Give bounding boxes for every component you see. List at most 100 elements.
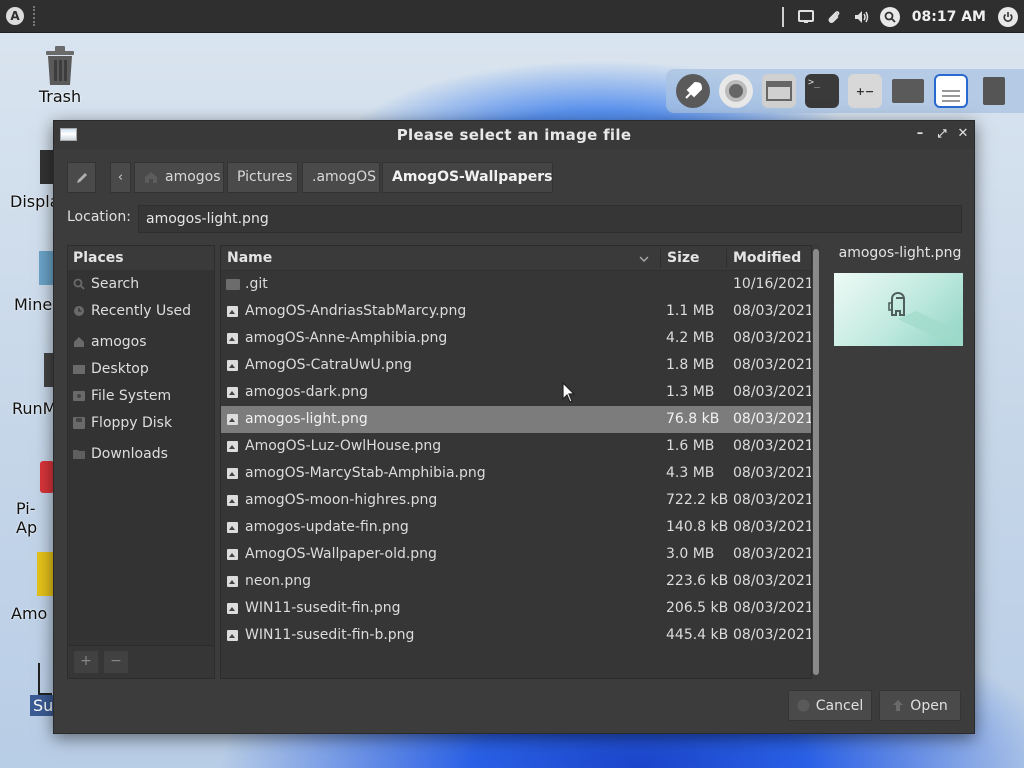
file-list-scrollbar[interactable]	[812, 245, 820, 679]
image-file-icon	[227, 603, 238, 614]
breadcrumb-amogos-wallpapers[interactable]: AmogOS-Wallpapers	[382, 162, 553, 193]
rocket-launcher-icon[interactable]	[676, 74, 710, 108]
scrollbar-thumb[interactable]	[813, 249, 819, 675]
text-editor-icon[interactable]	[934, 74, 968, 108]
image-file-icon	[227, 549, 238, 560]
file-modified: 08/03/2021	[733, 600, 812, 616]
power-icon[interactable]	[998, 6, 1018, 27]
terminal-icon[interactable]: >_	[805, 74, 839, 108]
tray-separator	[781, 6, 784, 27]
maximize-button[interactable]: ⤢	[934, 126, 950, 142]
open-button[interactable]: Open	[879, 690, 961, 721]
file-row[interactable]: amogOS-MarcyStab-Amphibia.png 4.3 MB 08/…	[221, 460, 811, 487]
breadcrumb-label: Pictures	[237, 169, 293, 185]
file-name: WIN11-susedit-fin-b.png	[245, 627, 415, 643]
file-row[interactable]: amogos-update-fin.png 140.8 kB 08/03/202…	[221, 514, 811, 541]
folder-icon[interactable]	[891, 74, 925, 108]
cancel-button[interactable]: Cancel	[788, 690, 872, 721]
volume-icon[interactable]	[852, 7, 872, 27]
file-name: AmogOS-CatraUwU.png	[245, 357, 412, 373]
place-amogos-home[interactable]: amogos	[68, 330, 214, 354]
file-size: 445.4 kB	[666, 627, 729, 643]
chevron-left-icon: ‹	[117, 170, 124, 185]
dialog-titlebar[interactable]: Please select an image file – ⤢ ✕	[54, 121, 974, 149]
place-floppy-disk[interactable]: Floppy Disk	[68, 411, 214, 435]
column-size-header[interactable]: Size	[667, 246, 700, 271]
file-list-header: Name Size Modified	[221, 246, 811, 271]
file-modified: 08/03/2021	[733, 411, 812, 427]
file-row[interactable]: amogOS-moon-highres.png 722.2 kB 08/03/2…	[221, 487, 811, 514]
file-row[interactable]: AmogOS-Luz-OwlHouse.png 1.6 MB 08/03/202…	[221, 433, 811, 460]
breadcrumb-home[interactable]: amogos	[134, 162, 224, 193]
app-menu-icon[interactable]: A	[6, 7, 24, 25]
trash-dock-icon[interactable]	[977, 74, 1011, 108]
file-row[interactable]: AmogOS-AndriasStabMarcy.png 1.1 MB 08/03…	[221, 298, 811, 325]
column-divider[interactable]	[660, 249, 661, 268]
places-toolbar: + −	[67, 645, 215, 679]
place-desktop[interactable]: Desktop	[68, 357, 214, 381]
column-divider[interactable]	[726, 249, 727, 268]
calculator-icon[interactable]: +−	[848, 74, 882, 108]
desktop-icon-su[interactable]: Su	[30, 663, 54, 716]
file-size: 140.8 kB	[666, 519, 729, 535]
place-file-system[interactable]: File System	[68, 384, 214, 408]
file-row[interactable]: WIN11-susedit-fin.png 206.5 kB 08/03/202…	[221, 595, 811, 622]
breadcrumb-label: .amogOS	[312, 169, 377, 185]
breadcrumb-amogos-hidden[interactable]: .amogOS	[302, 162, 380, 193]
file-size: 1.8 MB	[666, 357, 715, 373]
place-label: Floppy Disk	[91, 415, 173, 431]
clock-icon	[74, 306, 84, 316]
desktop-icon-pi-apps[interactable]: Pi-Ap	[16, 461, 56, 537]
edit-location-button[interactable]	[67, 162, 96, 193]
breadcrumb-pictures[interactable]: Pictures	[227, 162, 298, 193]
file-modified: 08/03/2021	[733, 330, 812, 346]
location-input[interactable]	[138, 205, 962, 233]
window-manager-icon[interactable]	[762, 74, 796, 108]
minimize-button[interactable]: –	[912, 126, 928, 142]
panel-grip[interactable]	[33, 6, 36, 26]
desktop-icon-runm[interactable]: RunM	[12, 353, 56, 418]
folder-icon	[73, 450, 85, 459]
file-row-selected[interactable]: amogos-light.png 76.8 kB 08/03/2021	[221, 406, 811, 433]
clock[interactable]: 08:17 AM	[912, 9, 986, 25]
search-icon	[73, 278, 85, 290]
open-label: Open	[910, 697, 948, 714]
search-icon[interactable]	[879, 6, 900, 27]
pencil-icon	[76, 172, 87, 183]
file-row[interactable]: AmogOS-CatraUwU.png 1.8 MB 08/03/2021	[221, 352, 811, 379]
file-row[interactable]: AmogOS-Wallpaper-old.png 3.0 MB 08/03/20…	[221, 541, 811, 568]
column-name-header[interactable]: Name	[227, 246, 272, 271]
close-button[interactable]: ✕	[955, 126, 971, 142]
place-recently-used[interactable]: Recently Used	[68, 299, 214, 323]
file-name: AmogOS-Wallpaper-old.png	[245, 546, 437, 562]
file-name: amogos-update-fin.png	[245, 519, 409, 535]
file-row[interactable]: amogos-dark.png 1.3 MB 08/03/2021	[221, 379, 811, 406]
file-modified: 08/03/2021	[733, 627, 812, 643]
file-row[interactable]: neon.png 223.6 kB 08/03/2021	[221, 568, 811, 595]
add-bookmark-button[interactable]: +	[74, 651, 98, 673]
file-row-folder[interactable]: .git 10/16/2021	[221, 271, 811, 298]
column-modified-header[interactable]: Modified	[733, 246, 801, 271]
desktop-icon-trash[interactable]: Trash	[28, 43, 92, 106]
desktop-icon-minecraft[interactable]: Mine	[14, 251, 57, 314]
firefox-icon[interactable]	[719, 74, 753, 108]
desktop-icon-label: Pi-Ap	[16, 499, 38, 537]
dialog-title: Please select an image file	[396, 126, 632, 144]
file-size: 76.8 kB	[666, 411, 720, 427]
file-name: neon.png	[245, 573, 312, 589]
path-back-button[interactable]: ‹	[110, 162, 131, 193]
image-file-icon	[227, 387, 238, 398]
display-icon[interactable]	[796, 7, 816, 27]
desktop-icon-amogus[interactable]: Amo	[11, 552, 55, 623]
place-downloads[interactable]: Downloads	[68, 442, 214, 466]
file-row[interactable]: WIN11-susedit-fin-b.png 445.4 kB 08/03/2…	[221, 622, 811, 649]
file-size: 1.1 MB	[666, 303, 715, 319]
file-row[interactable]: amogOS-Anne-Amphibia.png 4.2 MB 08/03/20…	[221, 325, 811, 352]
system-tray: 08:17 AM	[781, 0, 1024, 33]
preview-thumbnail	[834, 273, 963, 346]
remove-bookmark-button[interactable]: −	[104, 651, 128, 673]
clipboard-icon[interactable]	[824, 7, 844, 27]
place-search[interactable]: Search	[68, 272, 214, 296]
desktop-icon-label: Amo	[11, 604, 48, 623]
desktop-icon-display[interactable]: Displa	[10, 150, 60, 211]
